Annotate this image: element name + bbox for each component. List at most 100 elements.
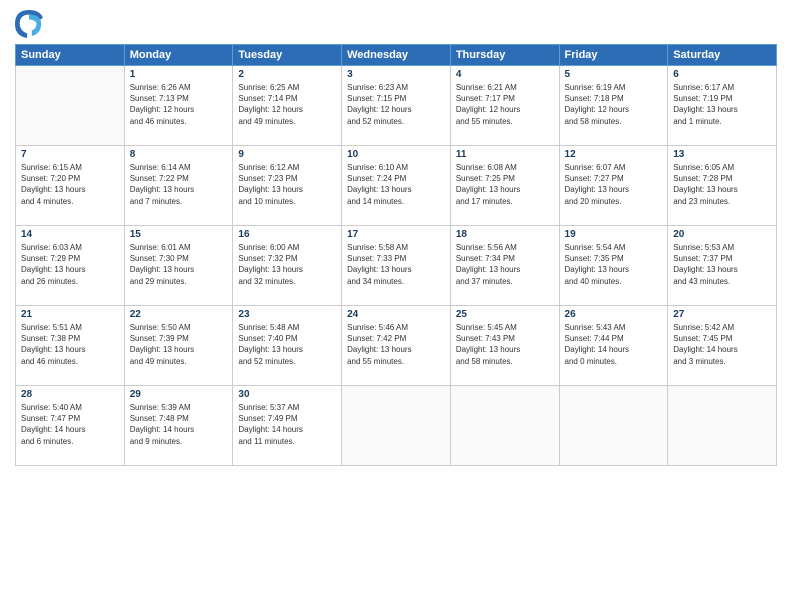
day-info: Sunrise: 6:10 AM Sunset: 7:24 PM Dayligh… <box>347 162 445 207</box>
day-number: 13 <box>673 149 771 160</box>
calendar-cell <box>559 386 668 466</box>
day-info: Sunrise: 6:17 AM Sunset: 7:19 PM Dayligh… <box>673 82 771 127</box>
day-info: Sunrise: 5:39 AM Sunset: 7:48 PM Dayligh… <box>130 402 228 447</box>
calendar-cell: 16 Sunrise: 6:00 AM Sunset: 7:32 PM Dayli… <box>233 226 342 306</box>
day-header-thursday: Thursday <box>450 45 559 66</box>
calendar-cell: 27Sunrise: 5:42 AM Sunset: 7:45 PM Dayli… <box>668 306 777 386</box>
day-header-sunday: Sunday <box>16 45 125 66</box>
day-info: Sunrise: 5:58 AM Sunset: 7:33 PM Dayligh… <box>347 242 445 287</box>
day-header-tuesday: Tuesday <box>233 45 342 66</box>
calendar-cell: 25 Sunrise: 5:45 AM Sunset: 7:43 PM Dayli… <box>450 306 559 386</box>
day-info: Sunrise: 6:26 AM Sunset: 7:13 PM Dayligh… <box>130 82 228 127</box>
day-info: Sunrise: 6:00 AM Sunset: 7:32 PM Dayligh… <box>238 242 336 287</box>
day-number: 15 <box>130 229 228 240</box>
day-info: Sunrise: 5:37 AM Sunset: 7:49 PM Dayligh… <box>238 402 336 447</box>
calendar-cell: 14 Sunrise: 6:03 AM Sunset: 7:29 PM Dayli… <box>16 226 125 306</box>
day-info: Sunrise: 5:40 AM Sunset: 7:47 PM Dayligh… <box>21 402 119 447</box>
calendar-cell <box>668 386 777 466</box>
day-number: 9 <box>238 149 336 160</box>
day-number: 30 <box>238 389 336 400</box>
week-row-3: 21 Sunrise: 5:51 AM Sunset: 7:38 PM Dayli… <box>16 306 777 386</box>
day-number: 17 <box>347 229 445 240</box>
day-info: Sunrise: 5:50 AM Sunset: 7:39 PM Dayligh… <box>130 322 228 367</box>
day-info: Sunrise: 6:03 AM Sunset: 7:29 PM Dayligh… <box>21 242 119 287</box>
day-number: 14 <box>21 229 119 240</box>
day-number: 27 <box>673 309 771 320</box>
day-number: 16 <box>238 229 336 240</box>
day-number: 2 <box>238 69 336 80</box>
day-number: 11 <box>456 149 554 160</box>
calendar-cell: 21 Sunrise: 5:51 AM Sunset: 7:38 PM Dayli… <box>16 306 125 386</box>
calendar-cell: 6 Sunrise: 6:17 AM Sunset: 7:19 PM Daylig… <box>668 66 777 146</box>
calendar-cell: 11Sunrise: 6:08 AM Sunset: 7:25 PM Dayli… <box>450 146 559 226</box>
day-header-friday: Friday <box>559 45 668 66</box>
header <box>15 10 777 38</box>
calendar-cell: 15 Sunrise: 6:01 AM Sunset: 7:30 PM Dayli… <box>124 226 233 306</box>
logo-icon <box>15 10 43 38</box>
day-number: 6 <box>673 69 771 80</box>
calendar-cell: 8 Sunrise: 6:14 AM Sunset: 7:22 PM Daylig… <box>124 146 233 226</box>
day-info: Sunrise: 5:45 AM Sunset: 7:43 PM Dayligh… <box>456 322 554 367</box>
calendar-cell: 3 Sunrise: 6:23 AM Sunset: 7:15 PM Daylig… <box>342 66 451 146</box>
calendar-cell <box>342 386 451 466</box>
calendar-cell: 26 Sunrise: 5:43 AM Sunset: 7:44 PM Dayli… <box>559 306 668 386</box>
day-number: 20 <box>673 229 771 240</box>
day-number: 23 <box>238 309 336 320</box>
day-number: 18 <box>456 229 554 240</box>
day-number: 12 <box>565 149 663 160</box>
day-number: 4 <box>456 69 554 80</box>
day-number: 5 <box>565 69 663 80</box>
day-info: Sunrise: 5:51 AM Sunset: 7:38 PM Dayligh… <box>21 322 119 367</box>
day-number: 21 <box>21 309 119 320</box>
day-header-wednesday: Wednesday <box>342 45 451 66</box>
day-number: 10 <box>347 149 445 160</box>
calendar-cell: 22 Sunrise: 5:50 AM Sunset: 7:39 PM Dayli… <box>124 306 233 386</box>
day-info: Sunrise: 5:54 AM Sunset: 7:35 PM Dayligh… <box>565 242 663 287</box>
day-number: 19 <box>565 229 663 240</box>
calendar-cell: 29Sunrise: 5:39 AM Sunset: 7:48 PM Dayli… <box>124 386 233 466</box>
calendar-cell: 5Sunrise: 6:19 AM Sunset: 7:18 PM Daylig… <box>559 66 668 146</box>
day-info: Sunrise: 5:48 AM Sunset: 7:40 PM Dayligh… <box>238 322 336 367</box>
day-number: 24 <box>347 309 445 320</box>
day-info: Sunrise: 6:01 AM Sunset: 7:30 PM Dayligh… <box>130 242 228 287</box>
day-header-saturday: Saturday <box>668 45 777 66</box>
calendar-cell: 13 Sunrise: 6:05 AM Sunset: 7:28 PM Dayli… <box>668 146 777 226</box>
day-header-monday: Monday <box>124 45 233 66</box>
calendar-cell: 2Sunrise: 6:25 AM Sunset: 7:14 PM Daylig… <box>233 66 342 146</box>
calendar-cell: 4 Sunrise: 6:21 AM Sunset: 7:17 PM Daylig… <box>450 66 559 146</box>
day-info: Sunrise: 5:56 AM Sunset: 7:34 PM Dayligh… <box>456 242 554 287</box>
page: SundayMondayTuesdayWednesdayThursdayFrid… <box>0 0 792 612</box>
calendar-cell: 18 Sunrise: 5:56 AM Sunset: 7:34 PM Dayli… <box>450 226 559 306</box>
day-number: 7 <box>21 149 119 160</box>
calendar-cell <box>450 386 559 466</box>
day-info: Sunrise: 6:21 AM Sunset: 7:17 PM Dayligh… <box>456 82 554 127</box>
day-number: 28 <box>21 389 119 400</box>
calendar-cell: 12Sunrise: 6:07 AM Sunset: 7:27 PM Dayli… <box>559 146 668 226</box>
calendar-cell: 19 Sunrise: 5:54 AM Sunset: 7:35 PM Dayli… <box>559 226 668 306</box>
calendar-cell <box>16 66 125 146</box>
day-number: 8 <box>130 149 228 160</box>
day-info: Sunrise: 6:15 AM Sunset: 7:20 PM Dayligh… <box>21 162 119 207</box>
calendar-body: 1Sunrise: 6:26 AM Sunset: 7:13 PM Daylig… <box>16 66 777 466</box>
calendar-cell: 7 Sunrise: 6:15 AM Sunset: 7:20 PM Daylig… <box>16 146 125 226</box>
day-info: Sunrise: 6:12 AM Sunset: 7:23 PM Dayligh… <box>238 162 336 207</box>
day-number: 25 <box>456 309 554 320</box>
calendar-cell: 10 Sunrise: 6:10 AM Sunset: 7:24 PM Dayli… <box>342 146 451 226</box>
week-row-0: 1Sunrise: 6:26 AM Sunset: 7:13 PM Daylig… <box>16 66 777 146</box>
calendar-cell: 24Sunrise: 5:46 AM Sunset: 7:42 PM Dayli… <box>342 306 451 386</box>
day-number: 22 <box>130 309 228 320</box>
logo <box>15 10 47 38</box>
day-info: Sunrise: 5:43 AM Sunset: 7:44 PM Dayligh… <box>565 322 663 367</box>
day-info: Sunrise: 6:14 AM Sunset: 7:22 PM Dayligh… <box>130 162 228 207</box>
week-row-1: 7 Sunrise: 6:15 AM Sunset: 7:20 PM Daylig… <box>16 146 777 226</box>
calendar-table: SundayMondayTuesdayWednesdayThursdayFrid… <box>15 44 777 466</box>
calendar-cell: 17 Sunrise: 5:58 AM Sunset: 7:33 PM Dayli… <box>342 226 451 306</box>
calendar-cell: 1Sunrise: 6:26 AM Sunset: 7:13 PM Daylig… <box>124 66 233 146</box>
day-number: 3 <box>347 69 445 80</box>
calendar-cell: 30 Sunrise: 5:37 AM Sunset: 7:49 PM Dayli… <box>233 386 342 466</box>
day-info: Sunrise: 6:05 AM Sunset: 7:28 PM Dayligh… <box>673 162 771 207</box>
calendar-cell: 9 Sunrise: 6:12 AM Sunset: 7:23 PM Daylig… <box>233 146 342 226</box>
day-number: 26 <box>565 309 663 320</box>
day-info: Sunrise: 6:23 AM Sunset: 7:15 PM Dayligh… <box>347 82 445 127</box>
calendar-cell: 20Sunrise: 5:53 AM Sunset: 7:37 PM Dayli… <box>668 226 777 306</box>
